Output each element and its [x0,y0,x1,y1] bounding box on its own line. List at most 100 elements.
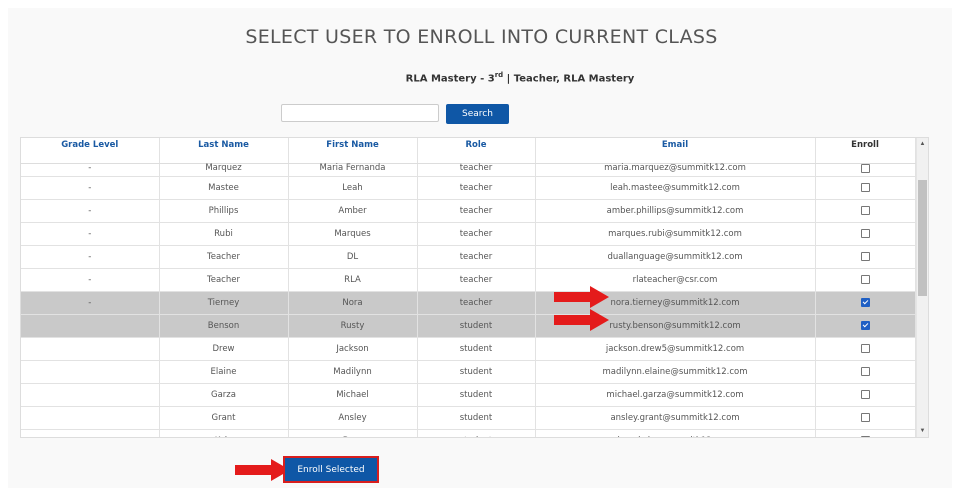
cell-grade-level: - [21,291,160,315]
cell-grade-level: - [21,176,160,200]
cell-email: maria.marquez@summitk12.com [535,163,816,177]
users-table: Grade Level Last Name First Name Role Em… [21,138,916,437]
cell-role: teacher [417,176,536,200]
cell-first-name: Michael [288,383,418,407]
cell-last-name: Drew [159,337,289,361]
cell-role: teacher [417,268,536,292]
cell-enroll [815,176,916,200]
page-title: SELECT USER TO ENROLL INTO CURRENT CLASS [245,26,718,48]
cell-first-name: Amber [288,199,418,223]
scrollbar-thumb[interactable] [918,180,927,296]
cell-last-name: Phillips [159,199,289,223]
table-scrollbar[interactable]: ▲ ▼ [916,138,928,437]
cell-role: teacher [417,245,536,269]
cell-first-name: Nora [288,291,418,315]
cell-first-name: Bray [288,429,418,437]
cell-grade-level: - [21,245,160,269]
table-row[interactable]: Elaine Madilynn student madilynn.elaine@sum… [21,360,916,384]
table-row[interactable]: Benson Rusty student rusty.benson@summitk12… [21,314,916,338]
table-row[interactable]: - Teacher RLA teacher rlateacher@csr.com [21,268,916,292]
cell-last-name: Benson [159,314,289,338]
enroll-checkbox[interactable] [860,183,870,192]
cell-first-name: Maria Fernanda [288,163,418,177]
cell-first-name: RLA [288,268,418,292]
cell-enroll [815,163,916,177]
cell-role: teacher [417,291,536,315]
red-arrow-icon [554,286,609,308]
cell-email: amber.phillips@summitk12.com [535,199,816,223]
enroll-checkbox[interactable] [860,390,870,399]
cell-enroll [815,429,916,437]
cell-email: marques.rubi@summitk12.com [535,222,816,246]
red-arrow-icon [554,309,609,331]
enroll-checkbox[interactable] [860,229,870,238]
header-last-name[interactable]: Last Name [159,138,289,164]
cell-last-name: Teacher [159,268,289,292]
cell-enroll [815,337,916,361]
enroll-checkbox[interactable] [860,344,870,353]
cell-enroll [815,291,916,315]
cell-last-name: Mastee [159,176,289,200]
cell-role: teacher [417,222,536,246]
caret-down-icon[interactable]: ▼ [917,425,928,437]
enroll-checkbox[interactable] [860,206,870,215]
cell-email: jackson.drew5@summitk12.com [535,337,816,361]
cell-first-name: Madilynn [288,360,418,384]
header-grade-level[interactable]: Grade Level [21,138,160,164]
caret-up-icon[interactable]: ▲ [917,138,928,150]
enroll-checkbox[interactable] [860,413,870,422]
cell-grade-level: - [21,163,160,177]
search-input[interactable] [281,104,439,122]
enroll-selected-button[interactable]: Enroll Selected [283,456,379,483]
table-row[interactable]: Grant Ansley student ansley.grant@summitk12… [21,406,916,430]
cell-role: student [417,383,536,407]
cell-grade-level [21,429,160,437]
enroll-checkbox[interactable] [860,436,870,437]
search-button[interactable]: Search [446,104,509,124]
enroll-checkbox[interactable] [860,298,870,307]
cell-email: bray.kyle@summitk12.com [535,429,816,437]
cell-grade-level: - [21,199,160,223]
cell-email: madilynn.elaine@summitk12.com [535,360,816,384]
table-row[interactable]: KyleBraystudentbray.kyle@summitk12.com [21,429,916,437]
cell-last-name: Grant [159,406,289,430]
cell-first-name: Marques [288,222,418,246]
cell-enroll [815,383,916,407]
cell-role: student [417,406,536,430]
table-row[interactable]: - Phillips Amber teacher amber.phillips@summ… [21,199,916,223]
table-row[interactable]: - Marquez Maria Fernanda teacher maria.marqu… [21,163,916,177]
table-row[interactable]: - Tierney Nora teacher nora.tierney@summitk1… [21,291,916,315]
table-row[interactable]: Garza Michael student michael.garza@summitk… [21,383,916,407]
table-row[interactable]: - Mastee Leah teacher leah.mastee@summitk12.… [21,176,916,200]
cell-enroll [815,268,916,292]
enroll-checkbox[interactable] [860,252,870,261]
enroll-checkbox[interactable] [860,275,870,284]
table-row[interactable]: Drew Jackson student jackson.drew5@summitk1… [21,337,916,361]
cell-enroll [815,199,916,223]
table-row[interactable]: - Teacher DL teacher duallanguage@summitk12.… [21,245,916,269]
cell-first-name: Ansley [288,406,418,430]
enroll-checkbox[interactable] [860,321,870,330]
class-teacher: | Teacher, RLA Mastery [503,73,635,85]
cell-role: student [417,314,536,338]
table-row[interactable]: - Rubi Marques teacher marques.rubi@summitk1… [21,222,916,246]
header-role[interactable]: Role [417,138,536,164]
cell-last-name: Elaine [159,360,289,384]
cell-grade-level: - [21,222,160,246]
class-name: RLA Mastery - 3 [405,73,495,85]
cell-last-name: Marquez [159,163,289,177]
cell-role: student [417,337,536,361]
enroll-checkbox[interactable] [860,164,870,173]
cell-grade-level [21,406,160,430]
users-table-container[interactable]: Grade Level Last Name First Name Role Em… [20,137,929,438]
cell-email: leah.mastee@summitk12.com [535,176,816,200]
cell-last-name: Teacher [159,245,289,269]
header-first-name[interactable]: First Name [288,138,418,164]
cell-role: student [417,360,536,384]
header-email[interactable]: Email [535,138,816,164]
cell-grade-level [21,337,160,361]
red-arrow-icon [235,459,290,481]
table-header-row: Grade Level Last Name First Name Role Em… [21,138,916,164]
cell-last-name: Kyle [159,429,289,437]
enroll-checkbox[interactable] [860,367,870,376]
